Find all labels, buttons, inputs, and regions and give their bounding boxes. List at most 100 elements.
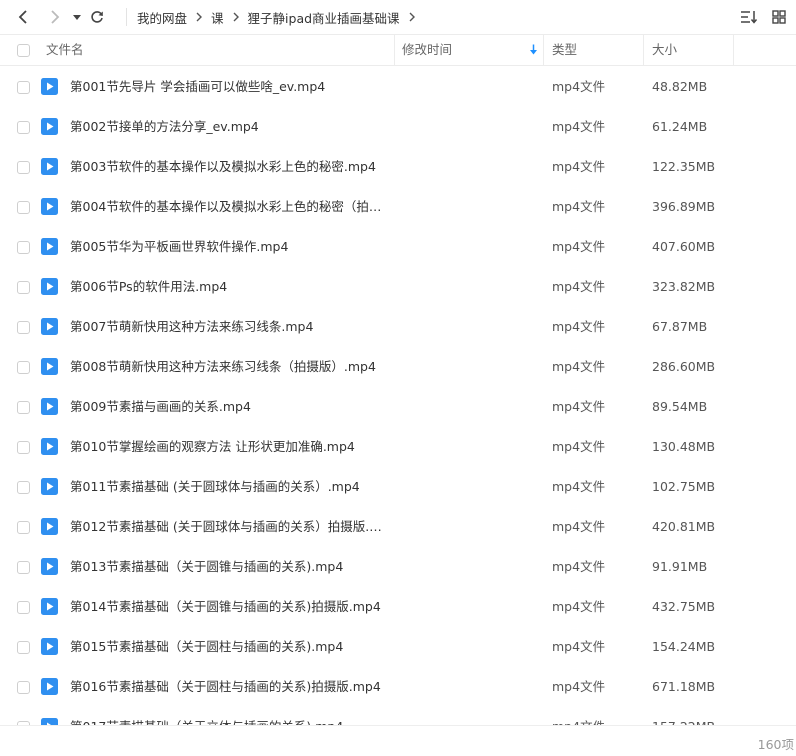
file-size: 48.82MB [652,79,708,94]
file-size: 61.24MB [652,119,708,134]
file-name[interactable]: 第008节萌新快用这种方法来练习线条（拍摄版）.mp4 [70,347,376,387]
video-file-icon [41,318,58,335]
column-header-name[interactable]: 文件名 [0,35,395,65]
row-checkbox[interactable] [17,521,30,534]
breadcrumb-chevron-icon [408,11,416,23]
row-checkbox[interactable] [17,481,30,494]
row-checkbox[interactable] [17,241,30,254]
file-size: 154.24MB [652,639,716,654]
row-checkbox[interactable] [17,681,30,694]
table-row[interactable]: 第010节掌握绘画的观察方法 让形状更加准确.mp4 mp4文件 130.48MB [0,427,796,467]
column-header-size[interactable]: 大小 [644,35,734,65]
history-dropdown-button[interactable] [68,0,86,34]
video-file-icon [41,278,58,295]
table-row[interactable]: 第006节Ps的软件用法.mp4 mp4文件 323.82MB [0,267,796,307]
column-header-modified-label: 修改时间 [402,42,453,57]
file-size: 102.75MB [652,479,716,494]
row-checkbox[interactable] [17,361,30,374]
row-checkbox[interactable] [17,401,30,414]
breadcrumb-item-course[interactable]: 课 [211,8,224,27]
file-name[interactable]: 第010节掌握绘画的观察方法 让形状更加准确.mp4 [70,427,355,467]
table-row[interactable]: 第014节素描基础（关于圆锥与插画的关系)拍摄版.mp4 mp4文件 432.75M… [0,587,796,627]
file-type: mp4文件 [552,439,606,454]
table-row[interactable]: 第001节先导片 学会插画可以做些啥_ev.mp4 mp4文件 48.82MB [0,67,796,107]
table-row[interactable]: 第015节素描基础（关于圆柱与插画的关系).mp4 mp4文件 154.24MB [0,627,796,667]
file-name[interactable]: 第005节华为平板画世界软件操作.mp4 [70,227,288,267]
file-type: mp4文件 [552,519,606,534]
chevron-right-icon [51,10,60,24]
sort-list-icon [741,11,758,24]
row-checkbox[interactable] [17,601,30,614]
column-header-modified[interactable]: 修改时间 [395,35,544,65]
breadcrumb-item-my-drive[interactable]: 我的网盘 [137,8,187,27]
file-type: mp4文件 [552,319,606,334]
table-row[interactable]: 第012节素描基础 (关于圆球体与插画的关系）拍摄版.mp4 mp4文件 420.8… [0,507,796,547]
table-row[interactable]: 第011节素描基础 (关于圆球体与插画的关系）.mp4 mp4文件 102.75MB [0,467,796,507]
file-name[interactable]: 第006节Ps的软件用法.mp4 [70,267,227,307]
file-size: 130.48MB [652,439,716,454]
file-size: 407.60MB [652,239,716,254]
table-row[interactable]: 第013节素描基础（关于圆锥与插画的关系).mp4 mp4文件 91.91MB [0,547,796,587]
table-row[interactable]: 第008节萌新快用这种方法来练习线条（拍摄版）.mp4 mp4文件 286.60MB [0,347,796,387]
file-name[interactable]: 第004节软件的基本操作以及模拟水彩上色的秘密（拍摄... [70,187,390,227]
row-checkbox[interactable] [17,441,30,454]
back-button[interactable] [10,0,36,34]
column-header-type[interactable]: 类型 [544,35,644,65]
row-checkbox[interactable] [17,161,30,174]
video-file-icon [41,558,58,575]
table-row[interactable]: 第016节素描基础（关于圆柱与插画的关系)拍摄版.mp4 mp4文件 671.18M… [0,667,796,707]
file-size: 420.81MB [652,519,716,534]
file-type: mp4文件 [552,159,606,174]
chevron-left-icon [18,10,27,24]
file-type: mp4文件 [552,559,606,574]
file-name[interactable]: 第001节先导片 学会插画可以做些啥_ev.mp4 [70,67,325,107]
refresh-button[interactable] [86,0,108,34]
table-row[interactable]: 第005节华为平板画世界软件操作.mp4 mp4文件 407.60MB [0,227,796,267]
file-size: 323.82MB [652,279,716,294]
file-name[interactable]: 第014节素描基础（关于圆锥与插画的关系)拍摄版.mp4 [70,587,381,627]
file-name[interactable]: 第015节素描基础（关于圆柱与插画的关系).mp4 [70,627,343,667]
video-file-icon [41,638,58,655]
video-file-icon [41,358,58,375]
table-row[interactable]: 第007节萌新快用这种方法来练习线条.mp4 mp4文件 67.87MB [0,307,796,347]
file-type: mp4文件 [552,479,606,494]
breadcrumb: 我的网盘 课 狸子静ipad商业插画基础课 [120,0,424,34]
row-checkbox[interactable] [17,81,30,94]
file-type: mp4文件 [552,199,606,214]
refresh-icon [91,11,103,23]
row-checkbox[interactable] [17,561,30,574]
table-row[interactable]: 第002节接单的方法分享_ev.mp4 mp4文件 61.24MB [0,107,796,147]
file-name[interactable]: 第011节素描基础 (关于圆球体与插画的关系）.mp4 [70,467,360,507]
table-row[interactable]: 第004节软件的基本操作以及模拟水彩上色的秘密（拍摄... mp4文件 396.89… [0,187,796,227]
file-type: mp4文件 [552,359,606,374]
sort-button[interactable] [738,0,760,34]
file-name[interactable]: 第012节素描基础 (关于圆球体与插画的关系）拍摄版.mp4 [70,507,390,547]
row-checkbox[interactable] [17,201,30,214]
forward-button[interactable] [42,0,68,34]
video-file-icon [41,198,58,215]
file-type: mp4文件 [552,239,606,254]
file-name[interactable]: 第007节萌新快用这种方法来练习线条.mp4 [70,307,313,347]
row-checkbox[interactable] [17,281,30,294]
row-checkbox[interactable] [17,641,30,654]
row-checkbox[interactable] [17,121,30,134]
column-header-size-label: 大小 [652,42,678,57]
view-mode-button[interactable] [768,0,790,34]
file-type: mp4文件 [552,79,606,94]
file-type: mp4文件 [552,639,606,654]
file-type: mp4文件 [552,119,606,134]
file-name[interactable]: 第016节素描基础（关于圆柱与插画的关系)拍摄版.mp4 [70,667,381,707]
breadcrumb-item-current-folder[interactable]: 狸子静ipad商业插画基础课 [248,8,400,27]
column-header-name-label: 文件名 [46,42,84,57]
table-row[interactable]: 第003节软件的基本操作以及模拟水彩上色的秘密.mp4 mp4文件 122.35MB [0,147,796,187]
file-name[interactable]: 第013节素描基础（关于圆锥与插画的关系).mp4 [70,547,343,587]
file-name[interactable]: 第002节接单的方法分享_ev.mp4 [70,107,259,147]
table-row[interactable]: 第009节素描与画画的关系.mp4 mp4文件 89.54MB [0,387,796,427]
sort-descending-arrow-icon [530,44,537,55]
file-size: 67.87MB [652,319,708,334]
video-file-icon [41,478,58,495]
file-name[interactable]: 第009节素描与画画的关系.mp4 [70,387,251,427]
video-file-icon [41,438,58,455]
file-name[interactable]: 第003节软件的基本操作以及模拟水彩上色的秘密.mp4 [70,147,376,187]
row-checkbox[interactable] [17,321,30,334]
